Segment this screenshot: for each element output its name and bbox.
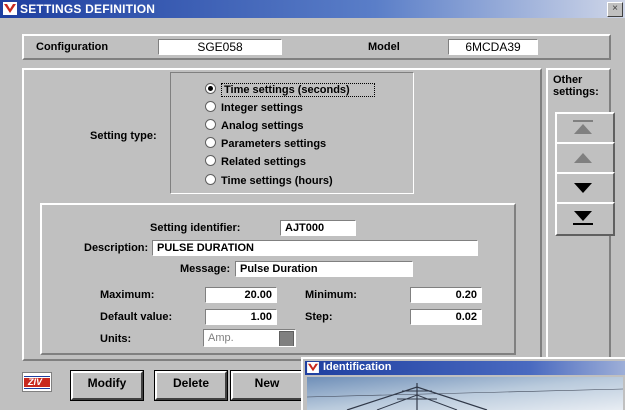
setting-identifier-label: Setting identifier:: [150, 222, 241, 234]
radio-selected-icon: [205, 83, 216, 94]
first-button[interactable]: [555, 112, 615, 146]
app-logo-icon: [307, 362, 319, 373]
modify-button[interactable]: Modify: [71, 371, 143, 400]
last-icon: [573, 211, 593, 225]
radio-analog[interactable]: Analog settings: [205, 118, 304, 134]
radio-icon: [205, 101, 216, 112]
close-icon[interactable]: ×: [607, 2, 623, 17]
logo-text: ZIV: [28, 377, 43, 387]
radio-icon: [205, 155, 216, 166]
minimum-field[interactable]: 0.20: [410, 287, 482, 303]
radio-parameters[interactable]: Parameters settings: [205, 136, 326, 152]
first-icon: [573, 120, 593, 134]
model-field[interactable]: 6MCDA39: [448, 39, 538, 55]
app-logo-icon: [3, 2, 17, 15]
last-button[interactable]: [555, 202, 615, 236]
setting-identifier-field[interactable]: AJT000: [280, 220, 356, 236]
maximum-label: Maximum:: [100, 289, 155, 301]
window-title: SETTINGS DEFINITION: [20, 2, 156, 16]
new-button[interactable]: New: [231, 371, 303, 400]
identification-title: Identification: [323, 361, 392, 373]
radio-time-hours[interactable]: Time settings (hours): [205, 173, 333, 189]
message-field[interactable]: Pulse Duration: [235, 261, 413, 277]
default-value-field[interactable]: 1.00: [205, 309, 277, 325]
previous-icon: [574, 153, 592, 163]
radio-time-seconds[interactable]: Time settings (seconds): [205, 82, 375, 98]
configuration-field[interactable]: SGE058: [158, 39, 282, 55]
configuration-label: Configuration: [36, 41, 109, 53]
minimum-label: Minimum:: [305, 289, 357, 301]
delete-button[interactable]: Delete: [155, 371, 227, 400]
next-button[interactable]: [555, 172, 615, 206]
default-value-label: Default value:: [100, 311, 173, 323]
next-icon: [574, 183, 592, 193]
previous-button[interactable]: [555, 142, 615, 176]
model-label: Model: [368, 41, 400, 53]
step-label: Step:: [305, 311, 333, 323]
transmission-tower-image: [307, 377, 623, 410]
description-label: Description:: [84, 242, 149, 254]
dropdown-arrow-icon[interactable]: [279, 331, 294, 346]
description-field[interactable]: PULSE DURATION: [152, 240, 478, 256]
units-label: Units:: [100, 333, 132, 345]
units-value: Amp.: [208, 332, 234, 344]
radio-icon: [205, 137, 216, 148]
radio-integer[interactable]: Integer settings: [205, 100, 303, 116]
maximum-field[interactable]: 20.00: [205, 287, 277, 303]
company-logo: ZIV: [22, 372, 52, 392]
identification-window[interactable]: Identification: [301, 357, 625, 410]
units-select[interactable]: Amp.: [203, 329, 296, 347]
step-field[interactable]: 0.02: [410, 309, 482, 325]
radio-related[interactable]: Related settings: [205, 154, 306, 170]
setting-type-label: Setting type:: [90, 130, 157, 142]
identification-title-bar: Identification: [305, 361, 625, 375]
message-label: Message:: [180, 263, 231, 275]
radio-icon: [205, 119, 216, 130]
radio-icon: [205, 174, 216, 185]
title-bar: SETTINGS DEFINITION ×: [0, 0, 625, 18]
other-settings-label: Other settings:: [553, 74, 599, 98]
